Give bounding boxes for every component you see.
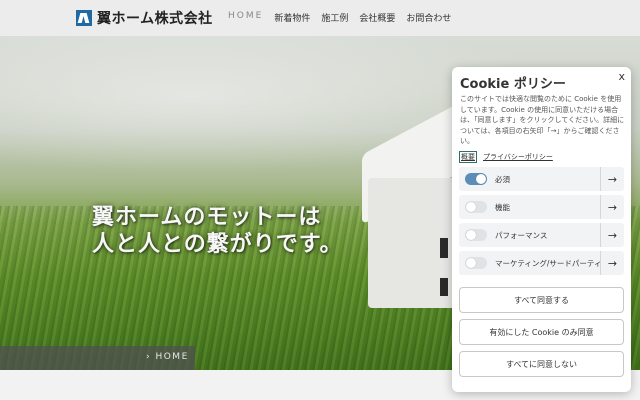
site-logo[interactable]: 翼ホーム株式会社 [76, 8, 213, 28]
nav-contact[interactable]: お問合わせ [406, 11, 451, 24]
category-label: マーケティング/サードパーティ [495, 259, 602, 268]
category-label: 機能 [495, 203, 510, 212]
nav-home[interactable]: HOME [228, 11, 263, 24]
main-nav: HOME 新着物件 施工例 会社概要 お問合わせ [228, 11, 451, 24]
nav-company-profile[interactable]: 会社概要 [359, 11, 395, 24]
cookie-links: 概要 プライバシーポリシー [459, 151, 553, 163]
toggle-marketing[interactable] [465, 257, 487, 269]
arrow-right-icon[interactable]: → [600, 167, 624, 191]
nav-new-properties[interactable]: 新着物件 [274, 11, 310, 24]
category-functional: 機能 → [459, 195, 624, 219]
category-label: パフォーマンス [495, 231, 548, 240]
overview-link[interactable]: 概要 [459, 151, 477, 163]
arrow-right-icon[interactable]: → [600, 223, 624, 247]
logo-mark-icon [76, 10, 92, 26]
category-performance: パフォーマンス → [459, 223, 624, 247]
accept-enabled-button[interactable]: 有効にした Cookie のみ同意 [459, 319, 624, 345]
privacy-policy-link[interactable]: プライバシーポリシー [483, 152, 553, 162]
motto-line-2: 人と人との繋がりです。 [92, 232, 343, 257]
breadcrumb: › HOME [0, 346, 195, 370]
logo-text: 翼ホーム株式会社 [97, 11, 213, 27]
accept-all-button[interactable]: すべて同意する [459, 287, 624, 313]
breadcrumb-home[interactable]: › HOME [146, 352, 189, 362]
hero-motto: 翼ホームのモットーは 人と人との繋がりです。 [92, 204, 343, 258]
site-header: 翼ホーム株式会社 HOME 新着物件 施工例 会社概要 お問合わせ [0, 0, 640, 36]
category-required: 必須 → [459, 167, 624, 191]
house-model-image [362, 101, 462, 308]
nav-construction-examples[interactable]: 施工例 [321, 11, 348, 24]
close-icon[interactable]: x [618, 70, 625, 83]
reject-all-button[interactable]: すべてに同意しない [459, 351, 624, 377]
cookie-policy-panel: x Cookie ポリシー このサイトでは快適な閲覧のために Cookie を使… [452, 67, 631, 392]
toggle-functional[interactable] [465, 201, 487, 213]
category-label: 必須 [495, 175, 510, 184]
toggle-performance[interactable] [465, 229, 487, 241]
toggle-required[interactable] [465, 173, 487, 185]
cookie-description: このサイトでは快適な閲覧のために Cookie を使用しています。Cookie … [460, 95, 625, 145]
motto-line-1: 翼ホームのモットーは [92, 205, 322, 230]
category-marketing: マーケティング/サードパーティ → [459, 251, 624, 275]
arrow-right-icon[interactable]: → [600, 195, 624, 219]
cookie-title: Cookie ポリシー [460, 77, 566, 92]
arrow-right-icon[interactable]: → [600, 251, 624, 275]
